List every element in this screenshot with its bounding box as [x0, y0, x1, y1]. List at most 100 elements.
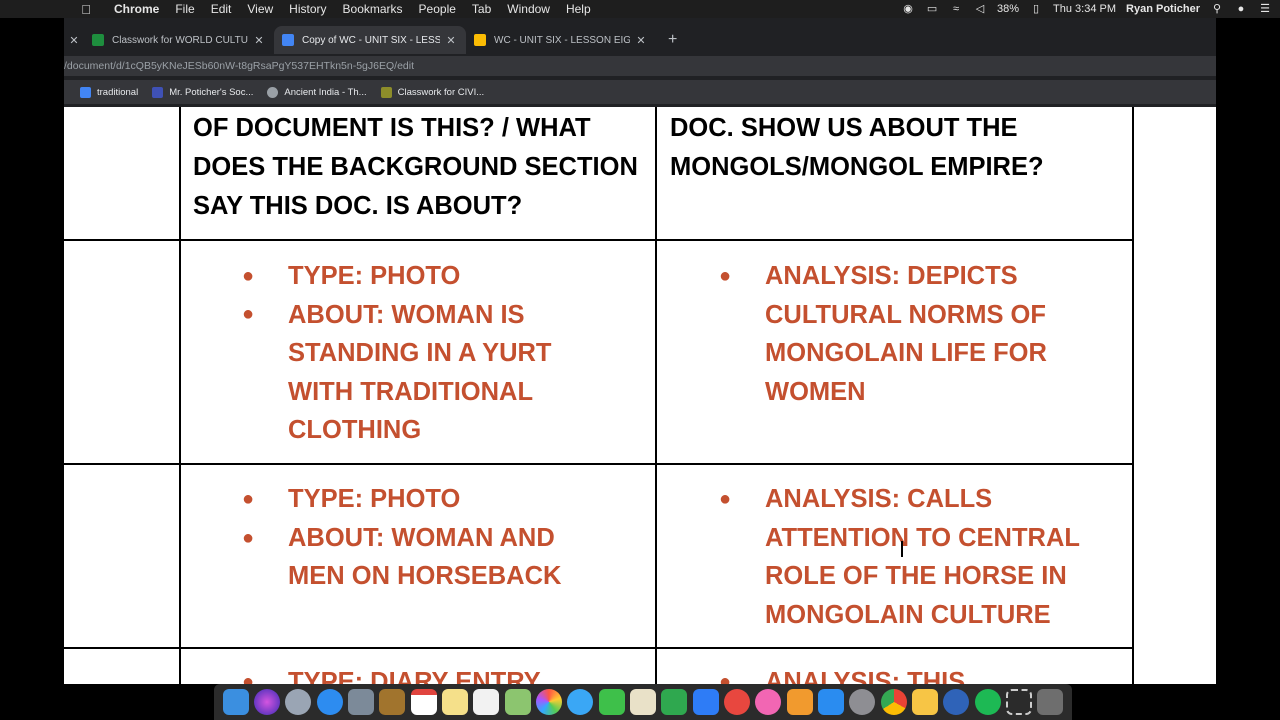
- music-icon[interactable]: [755, 689, 782, 715]
- user-name[interactable]: Ryan Poticher: [1126, 3, 1200, 15]
- books-icon[interactable]: [786, 689, 813, 715]
- analysis-line: MONGOLAIN LIFE FOR: [765, 339, 1047, 367]
- bullet-icon: ●: [719, 671, 732, 684]
- wifi-icon[interactable]: ≈: [949, 3, 963, 15]
- tab-close-icon[interactable]: ✕: [252, 34, 266, 47]
- tab-close-icon[interactable]: ✕: [64, 34, 84, 47]
- table-border: [179, 107, 181, 684]
- bullet-icon: ●: [242, 303, 255, 325]
- analysis-line: ROLE OF THE HORSE IN: [765, 562, 1067, 590]
- folder-icon[interactable]: [911, 689, 938, 715]
- mendeley-icon[interactable]: [943, 689, 970, 715]
- row2-right-cell: ● ANALYSIS: CALLS ATTENTION TO CENTRAL R…: [719, 480, 1080, 634]
- menu-window[interactable]: Window: [499, 2, 558, 16]
- preview-icon[interactable]: [629, 689, 656, 715]
- bullet-icon: ●: [719, 488, 732, 510]
- bullet-icon: ●: [242, 488, 255, 510]
- bullet-icon: ●: [719, 265, 732, 287]
- menu-app-name[interactable]: Chrome: [106, 2, 167, 16]
- system-preferences-icon[interactable]: [849, 689, 876, 715]
- menu-history[interactable]: History: [281, 2, 334, 16]
- numbers-icon[interactable]: [661, 689, 688, 715]
- address-bar[interactable]: /document/d/1cQB5yKNeJESb60nW-t8gRsaPgY5…: [64, 56, 1216, 76]
- launchpad-icon[interactable]: [285, 689, 312, 715]
- new-tab-plus-icon[interactable]: +: [668, 31, 677, 49]
- tab-wc-unit-six-lesson-eight[interactable]: WC - UNIT SIX - LESSON EIGH ✕: [466, 26, 656, 54]
- header-line: DOES THE BACKGROUND SECTION: [193, 153, 638, 181]
- classroom-favicon-icon: [92, 34, 104, 46]
- menu-file[interactable]: File: [167, 2, 202, 16]
- volume-icon[interactable]: ◁: [973, 3, 987, 15]
- tab-close-icon[interactable]: ✕: [634, 34, 648, 47]
- menu-edit[interactable]: Edit: [203, 2, 240, 16]
- maps-icon[interactable]: [504, 689, 531, 715]
- spotlight-search-icon[interactable]: ⚲: [1210, 3, 1224, 15]
- tab-close-icon[interactable]: ✕: [444, 34, 458, 47]
- table-border: [64, 239, 1134, 241]
- menu-people[interactable]: People: [411, 2, 464, 16]
- siri-icon[interactable]: [253, 689, 280, 715]
- bookmark-traditional[interactable]: traditional: [80, 86, 138, 98]
- screenshot-icon[interactable]: [1005, 689, 1032, 715]
- about-line: STANDING IN A YURT: [288, 339, 552, 367]
- header-cell-right: DOC. SHOW US ABOUT THE MONGOLS/MONGOL EM…: [670, 109, 1044, 187]
- header-line: SAY THIS DOC. IS ABOUT?: [193, 192, 523, 220]
- battery-percent[interactable]: 38%: [997, 3, 1019, 15]
- tab-label: WC - UNIT SIX - LESSON EIGH: [494, 34, 630, 46]
- analysis-line: WOMEN: [765, 377, 866, 406]
- table-border: [1132, 107, 1134, 684]
- menu-tab[interactable]: Tab: [464, 2, 499, 16]
- tab-copy-of-wc-unit-six[interactable]: Copy of WC - UNIT SIX - LESS ✕: [274, 26, 466, 54]
- bullet-icon: ●: [242, 671, 255, 684]
- header-line: MONGOLS/MONGOL EMPIRE?: [670, 153, 1044, 181]
- row1-left-cell: ● TYPE: PHOTO ● ABOUT: WOMAN IS STANDING…: [242, 257, 552, 450]
- docs-favicon-icon: [282, 34, 294, 46]
- spotify-icon[interactable]: [974, 689, 1001, 715]
- safari-icon[interactable]: [316, 689, 343, 715]
- notes-icon[interactable]: [441, 689, 468, 715]
- tab-classwork-world-cultures[interactable]: Classwork for WORLD CULTUR ✕: [84, 26, 274, 54]
- reminders-icon[interactable]: [473, 689, 500, 715]
- analysis-line: ANALYSIS: DEPICTS: [765, 262, 1018, 290]
- url-text[interactable]: /document/d/1cQB5yKNeJESb60nW-t8gRsaPgY5…: [64, 60, 414, 72]
- facetime-icon[interactable]: [598, 689, 625, 715]
- browser-window: ✕ Classwork for WORLD CULTUR ✕ Copy of W…: [64, 18, 1216, 107]
- siri-menu-icon[interactable]: ●: [1234, 3, 1248, 15]
- docs-favicon-icon: [80, 86, 91, 98]
- analysis-line: ANALYSIS: THIS: [765, 668, 966, 684]
- trash-icon[interactable]: [1037, 689, 1064, 715]
- airplay-icon[interactable]: ▭: [925, 3, 939, 15]
- analysis-line: ATTENTION TO CENTRAL: [765, 523, 1080, 552]
- menu-view[interactable]: View: [239, 2, 281, 16]
- menu-bookmarks[interactable]: Bookmarks: [335, 2, 411, 16]
- menu-help[interactable]: Help: [558, 2, 599, 16]
- screen-record-icon[interactable]: ◉: [901, 3, 915, 15]
- bookmark-label: Mr. Poticher's Soc...: [169, 86, 254, 98]
- calendar-icon[interactable]: [410, 689, 437, 715]
- bookmark-label: Classwork for CIVI...: [397, 86, 485, 98]
- analysis-line: MONGOLAIN CULTURE: [765, 600, 1051, 629]
- bullet-icon: ●: [242, 527, 255, 549]
- keynote-icon[interactable]: [692, 689, 719, 715]
- battery-icon[interactable]: ▯: [1029, 3, 1043, 15]
- apple-menu-icon[interactable]: : [66, 2, 106, 17]
- bookmark-ancient-india[interactable]: Ancient India - Th...: [267, 86, 367, 98]
- document-page[interactable]: OF DOCUMENT IS THIS? / WHAT DOES THE BAC…: [64, 107, 1216, 684]
- bookmark-mr-poticher[interactable]: Mr. Poticher's Soc...: [152, 86, 254, 98]
- notebook-icon[interactable]: [379, 689, 406, 715]
- table-border: [64, 647, 1134, 649]
- chrome-icon[interactable]: [880, 689, 907, 715]
- tab-strip: ✕ Classwork for WORLD CULTUR ✕ Copy of W…: [64, 18, 1216, 56]
- row2-left-cell: ● TYPE: PHOTO ● ABOUT: WOMAN AND MEN ON …: [242, 480, 561, 596]
- photos-viewer-icon[interactable]: [347, 689, 374, 715]
- news-icon[interactable]: [723, 689, 750, 715]
- finder-icon[interactable]: [222, 689, 249, 715]
- app-store-icon[interactable]: [817, 689, 844, 715]
- messages-icon[interactable]: [567, 689, 594, 715]
- photos-icon[interactable]: [535, 689, 562, 715]
- clock[interactable]: Thu 3:34 PM: [1053, 3, 1116, 15]
- classroom-favicon-icon: [380, 86, 392, 98]
- notification-center-icon[interactable]: ☰: [1258, 3, 1272, 15]
- analysis-line: ANALYSIS: CALLS: [765, 485, 993, 513]
- bookmark-classwork-civics[interactable]: Classwork for CIVI...: [380, 86, 485, 98]
